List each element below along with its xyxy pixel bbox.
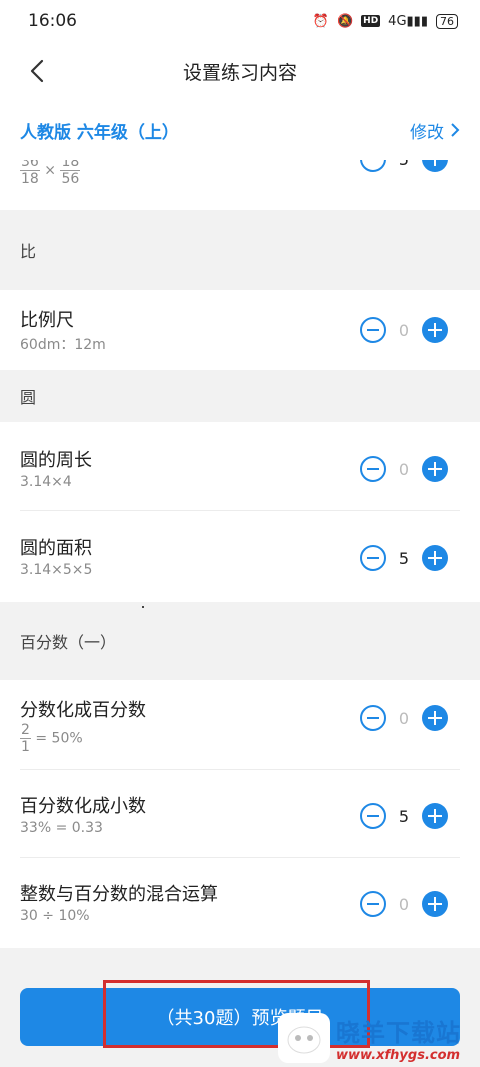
nav-bar: 设置练习内容 bbox=[0, 42, 480, 100]
quantity-stepper[interactable]: 0 bbox=[360, 891, 448, 917]
exercise-list[interactable]: 3618 × 1856 5 比 比例尺 60dm：12m 0 圆 圆的周长 3.… bbox=[0, 160, 480, 970]
quantity-stepper[interactable]: 5 bbox=[360, 545, 448, 571]
item-example: 36 18 × 18 56 bbox=[20, 160, 81, 187]
plus-button[interactable] bbox=[422, 891, 448, 917]
item-example: 3.14×4 bbox=[20, 474, 72, 490]
item-count: 0 bbox=[398, 459, 410, 479]
plus-button[interactable] bbox=[422, 317, 448, 343]
item-example: 30 ÷ 10% bbox=[20, 908, 90, 924]
mute-icon: 🔕 bbox=[336, 13, 354, 29]
quantity-stepper[interactable]: 0 bbox=[360, 317, 448, 343]
minus-button[interactable] bbox=[360, 705, 386, 731]
list-item: 比例尺 60dm：12m 0 bbox=[0, 290, 480, 370]
plus-button[interactable] bbox=[422, 705, 448, 731]
minus-button[interactable] bbox=[360, 317, 386, 343]
divider bbox=[20, 857, 460, 858]
edition-label: 人教版 六年级（上） bbox=[20, 122, 179, 143]
item-example: 21 = 50% bbox=[20, 722, 83, 755]
quantity-stepper[interactable]: 0 bbox=[360, 456, 448, 482]
list-group: 分数化成百分数 21 = 50% 0 百分数化成小数 33% = 0.33 5 … bbox=[0, 680, 480, 948]
stray-dot bbox=[142, 606, 144, 608]
alarm-icon: ⏰ bbox=[312, 13, 329, 29]
edit-label: 修改 bbox=[410, 122, 444, 143]
item-count: 5 bbox=[386, 160, 422, 169]
item-count: 0 bbox=[398, 320, 410, 340]
list-group: 圆的周长 3.14×4 0 圆的面积 3.14×5×5 5 bbox=[0, 422, 480, 602]
section-header: 比 bbox=[0, 210, 480, 290]
quantity-stepper[interactable]: 0 bbox=[360, 705, 448, 731]
edit-edition-button[interactable]: 修改 bbox=[410, 118, 460, 143]
minus-button[interactable] bbox=[360, 160, 386, 172]
item-example: 60dm：12m bbox=[20, 337, 106, 353]
list-item: 3618 × 1856 5 bbox=[0, 160, 480, 210]
section-header: 百分数（一） bbox=[0, 602, 480, 680]
item-title: 分数化成百分数 bbox=[20, 700, 146, 721]
item-count: 0 bbox=[398, 708, 410, 728]
item-example: 33% = 0.33 bbox=[20, 820, 103, 836]
battery-icon: 76 bbox=[436, 13, 458, 29]
preview-label: （共30题）预览题目 bbox=[156, 1008, 324, 1029]
chevron-right-icon bbox=[451, 123, 460, 137]
plus-button[interactable] bbox=[422, 456, 448, 482]
item-count: 5 bbox=[398, 548, 410, 568]
item-example: 3.14×5×5 bbox=[20, 562, 93, 578]
status-time: 16:06 bbox=[28, 11, 77, 31]
item-title: 圆的面积 bbox=[20, 538, 92, 559]
item-count: 0 bbox=[398, 894, 410, 914]
edition-bar: 人教版 六年级（上） 修改 bbox=[0, 100, 480, 160]
plus-button[interactable] bbox=[422, 545, 448, 571]
quantity-stepper[interactable]: 5 bbox=[360, 803, 448, 829]
item-title: 比例尺 bbox=[20, 310, 74, 331]
minus-button[interactable] bbox=[360, 891, 386, 917]
divider bbox=[20, 510, 460, 511]
item-title: 整数与百分数的混合运算 bbox=[20, 884, 218, 905]
status-icons: ⏰ 🔕 HD 4G▮▮▮ 76 bbox=[312, 13, 458, 29]
divider bbox=[20, 769, 460, 770]
minus-button[interactable] bbox=[360, 803, 386, 829]
item-count: 5 bbox=[398, 806, 410, 826]
signal-icon: 4G▮▮▮ bbox=[388, 13, 428, 29]
minus-button[interactable] bbox=[360, 545, 386, 571]
back-arrow-icon[interactable] bbox=[24, 56, 54, 86]
section-header: 圆 bbox=[0, 370, 480, 422]
item-title: 百分数化成小数 bbox=[20, 796, 146, 817]
preview-questions-button[interactable]: （共30题）预览题目 bbox=[20, 988, 460, 1046]
bottom-bar: （共30题）预览题目 bbox=[0, 970, 480, 1067]
page-title: 设置练习内容 bbox=[182, 61, 297, 84]
item-title: 圆的周长 bbox=[20, 450, 92, 471]
plus-button[interactable] bbox=[422, 803, 448, 829]
minus-button[interactable] bbox=[360, 456, 386, 482]
hd-icon: HD bbox=[361, 15, 381, 27]
quantity-stepper[interactable]: 5 bbox=[360, 160, 448, 172]
status-bar: 16:06 ⏰ 🔕 HD 4G▮▮▮ 76 bbox=[0, 0, 480, 42]
plus-button[interactable] bbox=[422, 160, 448, 172]
